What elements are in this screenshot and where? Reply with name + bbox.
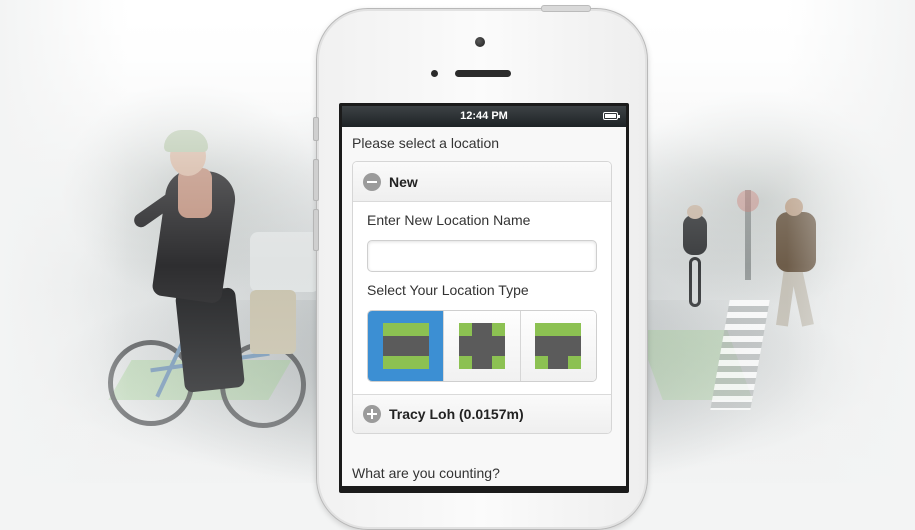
- location-name-input[interactable]: [367, 240, 597, 272]
- mute-switch: [313, 117, 319, 141]
- location-type-road-segment[interactable]: [368, 311, 445, 381]
- phone-screen: 12:44 PM Please select a location New En…: [342, 106, 626, 486]
- location-name-label: Enter New Location Name: [367, 212, 531, 228]
- location-type-selector: [367, 310, 597, 382]
- t-intersection-icon: [535, 323, 582, 369]
- road-segment-icon: [382, 323, 429, 369]
- accordion-header-existing-location[interactable]: Tracy Loh (0.0157m): [353, 394, 611, 433]
- counting-prompt: What are you counting?: [352, 465, 500, 481]
- location-type-t-intersection[interactable]: [520, 311, 596, 381]
- new-location-form: Enter New Location Name Select Your Loca…: [353, 202, 611, 394]
- earpiece-speaker: [455, 70, 511, 77]
- existing-location-title: Tracy Loh (0.0157m): [389, 406, 524, 422]
- front-camera: [475, 37, 485, 47]
- location-accordion: New Enter New Location Name Select Your …: [352, 161, 612, 434]
- location-prompt: Please select a location: [352, 135, 500, 151]
- expand-plus-icon: [363, 405, 381, 423]
- location-type-label: Select Your Location Type: [367, 282, 529, 298]
- status-bar: 12:44 PM: [342, 106, 626, 127]
- collapse-minus-icon: [363, 172, 381, 191]
- power-button: [541, 5, 591, 12]
- volume-down-button: [313, 209, 319, 251]
- status-time: 12:44 PM: [460, 110, 508, 122]
- location-type-intersection[interactable]: [444, 311, 521, 381]
- accordion-header-new[interactable]: New: [353, 162, 611, 202]
- volume-up-button: [313, 159, 319, 201]
- intersection-icon: [458, 323, 505, 369]
- accordion-title-new: New: [389, 173, 418, 190]
- proximity-sensor: [431, 70, 438, 77]
- battery-icon: [603, 112, 620, 120]
